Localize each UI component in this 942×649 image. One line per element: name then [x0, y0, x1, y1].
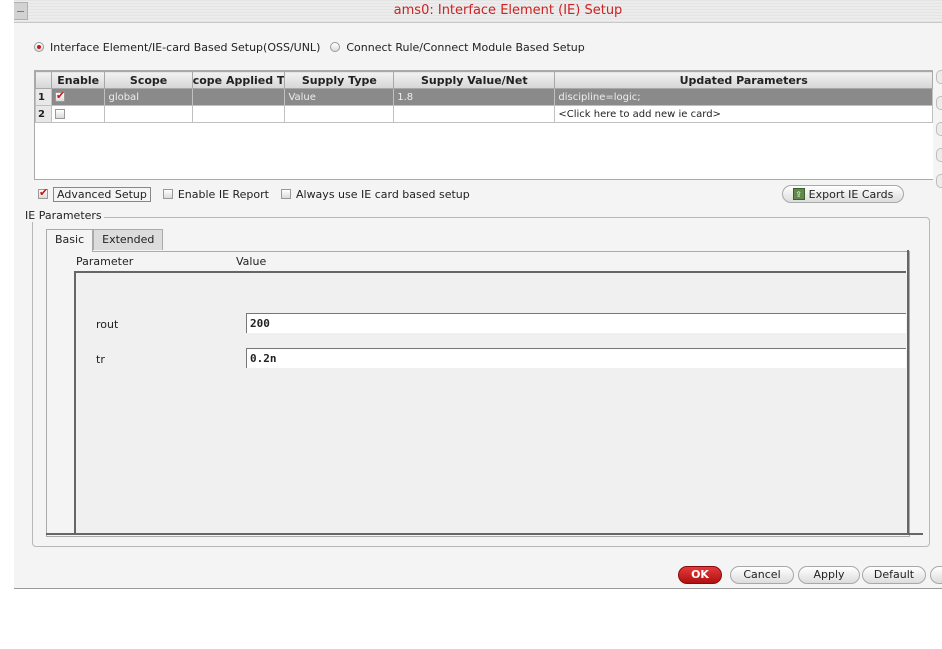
ie-card-table: Enable Scope cope Applied T Supply Type …: [34, 70, 933, 180]
header-scope-applied-to[interactable]: cope Applied T: [191, 71, 286, 89]
enable-ie-report-checkbox[interactable]: [162, 189, 173, 199]
advanced-setup-label[interactable]: Advanced Setup: [53, 186, 151, 202]
ie-setup-window: ams0: Interface Element (IE) Setup Inter…: [14, 0, 942, 589]
param-name-tr: tr: [96, 353, 105, 366]
header-parameter: Parameter: [76, 255, 134, 268]
radio-ie-card-setup-label[interactable]: Interface Element/IE-card Based Setup(OS…: [50, 41, 320, 54]
table-row[interactable]: 2 <Click here to add new ie card>: [35, 105, 933, 123]
tab-extended[interactable]: Extended: [93, 229, 164, 250]
supply-type-cell[interactable]: [284, 105, 395, 123]
radio-connect-rule-setup-label[interactable]: Connect Rule/Connect Module Based Setup: [346, 41, 584, 54]
export-icon: ⇪: [792, 188, 805, 200]
window-title: ams0: Interface Element (IE) Setup: [393, 3, 623, 18]
supply-value-cell[interactable]: [393, 105, 556, 123]
default-button[interactable]: Default: [862, 566, 926, 584]
apply-button[interactable]: Apply: [798, 566, 860, 584]
updated-parameters-cell[interactable]: discipline=logic;: [554, 88, 933, 106]
ie-parameter-tabs: Basic Extended: [46, 229, 164, 252]
header-supply-value[interactable]: Supply Value/Net: [393, 71, 556, 89]
cancel-button[interactable]: Cancel: [730, 566, 794, 584]
scope-applied-cell[interactable]: [191, 88, 286, 106]
row-enable-checkbox[interactable]: [54, 108, 65, 119]
always-use-ie-card-option[interactable]: Always use IE card based setup: [280, 188, 470, 201]
export-ie-cards-label: Export IE Cards: [808, 187, 894, 201]
param-value-tr[interactable]: 0.2n: [246, 348, 906, 368]
help-button[interactable]: [930, 566, 942, 584]
tab-basic[interactable]: Basic: [46, 229, 94, 252]
panel-edge: [907, 250, 909, 535]
panel-edge: [46, 533, 923, 535]
header-scope[interactable]: Scope: [104, 71, 193, 89]
title-bar: ams0: Interface Element (IE) Setup: [14, 0, 942, 23]
header-value: Value: [236, 255, 267, 268]
enable-cell[interactable]: [50, 105, 106, 123]
param-value-rout[interactable]: 200: [246, 313, 906, 333]
scope-cell[interactable]: [104, 105, 193, 123]
side-button-5[interactable]: [936, 174, 942, 188]
radio-connect-rule-setup[interactable]: [330, 42, 341, 52]
side-button-3[interactable]: [936, 122, 942, 136]
ok-button[interactable]: OK: [678, 566, 722, 584]
always-use-ie-card-checkbox[interactable]: [280, 189, 291, 199]
supply-type-cell[interactable]: Value: [284, 88, 395, 106]
ie-parameters-label: IE Parameters: [25, 209, 104, 222]
side-button-1[interactable]: [936, 70, 942, 84]
always-use-ie-card-label[interactable]: Always use IE card based setup: [296, 188, 470, 201]
row-enable-checkbox[interactable]: [54, 90, 65, 102]
table-side-toolbar: [936, 70, 942, 200]
options-row: Advanced Setup Enable IE Report Always u…: [38, 186, 482, 202]
table-header-row: Enable Scope cope Applied T Supply Type …: [35, 71, 933, 89]
side-button-2[interactable]: [936, 96, 942, 110]
enable-ie-report-option[interactable]: Enable IE Report: [162, 188, 269, 201]
parameter-list: rout 200 tr 0.2n: [74, 271, 906, 535]
header-rownum: [35, 71, 52, 89]
scope-applied-cell[interactable]: [191, 105, 286, 123]
advanced-setup-checkbox[interactable]: [38, 186, 48, 199]
param-name-rout: rout: [96, 318, 119, 331]
enable-cell[interactable]: [50, 88, 106, 106]
enable-ie-report-label[interactable]: Enable IE Report: [178, 188, 269, 201]
advanced-setup-option[interactable]: Advanced Setup: [38, 186, 151, 202]
radio-ie-card-setup[interactable]: [34, 42, 44, 52]
row-number: 1: [35, 88, 52, 106]
header-supply-type[interactable]: Supply Type: [284, 71, 395, 89]
side-button-4[interactable]: [936, 148, 942, 162]
table-row[interactable]: 1 global Value 1.8 discipline=logic;: [35, 88, 933, 106]
supply-value-cell[interactable]: 1.8: [393, 88, 556, 106]
header-updated-parameters[interactable]: Updated Parameters: [554, 71, 933, 89]
row-number: 2: [35, 105, 52, 123]
add-ie-card-cell[interactable]: <Click here to add new ie card>: [554, 105, 933, 123]
scope-cell[interactable]: global: [104, 88, 193, 106]
header-enable[interactable]: Enable: [50, 71, 106, 89]
export-ie-cards-button[interactable]: ⇪ Export IE Cards: [782, 185, 904, 203]
setup-mode-selector: Interface Element/IE-card Based Setup(OS…: [34, 40, 595, 54]
